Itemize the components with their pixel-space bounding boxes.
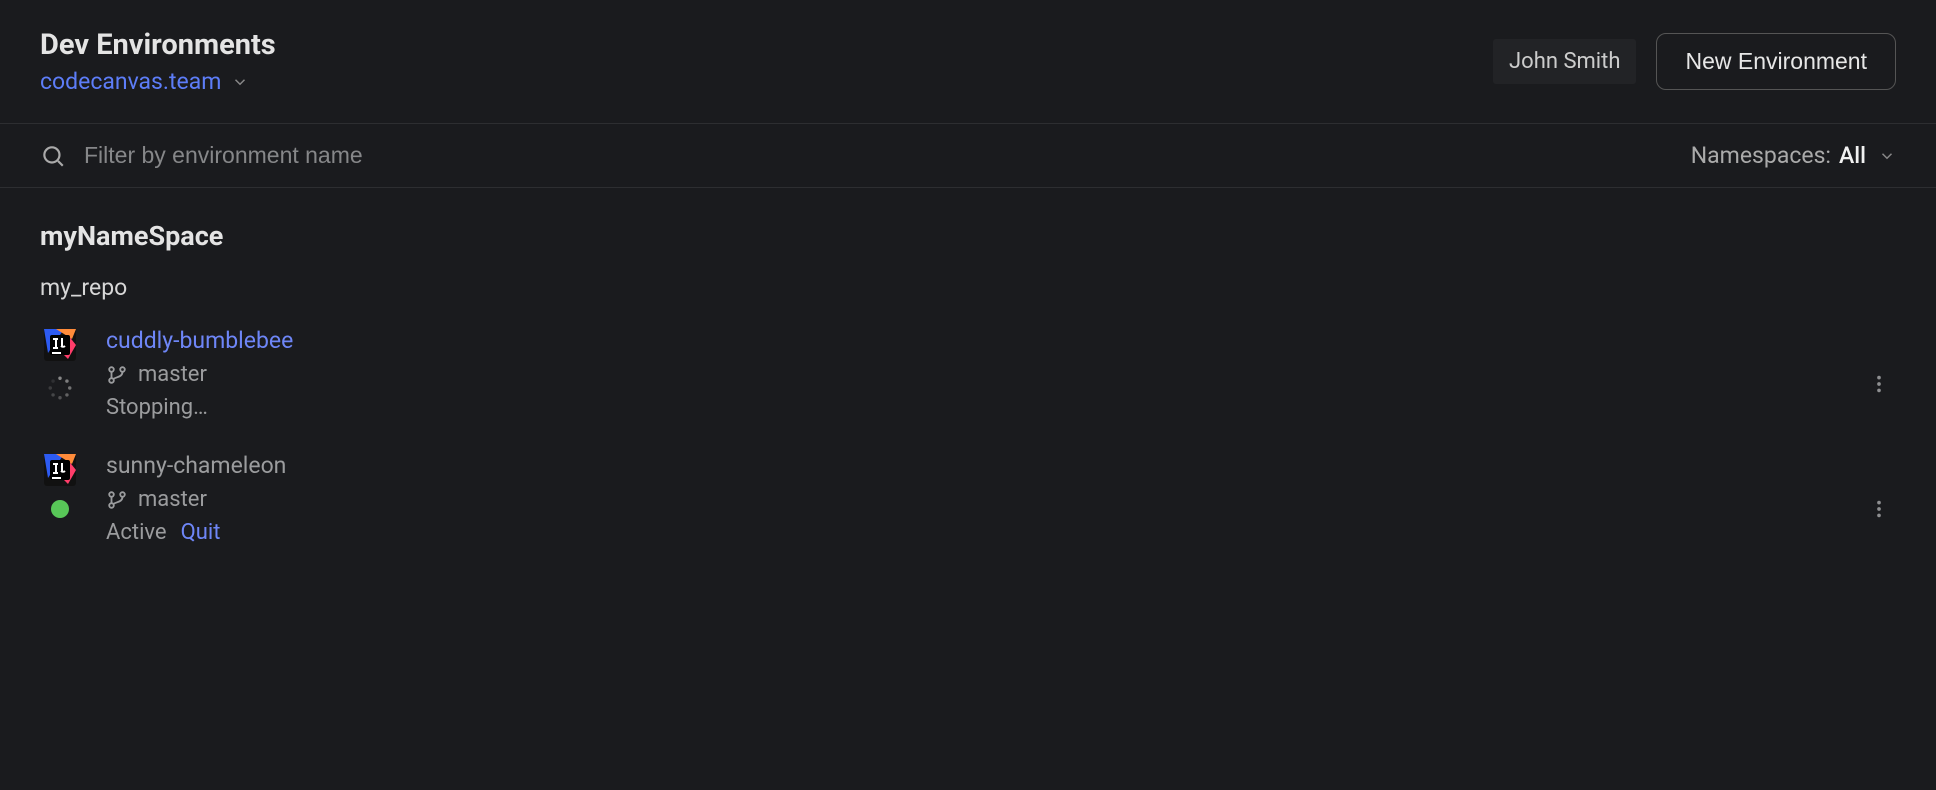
page-header: Dev Environments codecanvas.team John Sm…	[0, 0, 1936, 124]
env-row-body: cuddly-bumblebee master Stopping…	[106, 327, 293, 420]
git-branch-icon	[106, 364, 128, 386]
status-text: Active	[106, 520, 167, 545]
row-menu-button[interactable]	[1862, 492, 1896, 526]
status-line: Stopping…	[106, 395, 293, 420]
branch-line: master	[106, 487, 286, 512]
loading-spinner-icon	[47, 375, 73, 401]
team-selector[interactable]: codecanvas.team	[40, 68, 276, 95]
namespaces-label: Namespaces:	[1691, 142, 1831, 169]
branch-name: master	[138, 487, 207, 512]
filter-input[interactable]	[84, 142, 684, 169]
filter-bar: Namespaces: All	[0, 124, 1936, 188]
status-dot-active-icon	[51, 500, 69, 518]
git-branch-icon	[106, 489, 128, 511]
user-chip[interactable]: John Smith	[1493, 39, 1636, 84]
namespaces-value: All	[1839, 142, 1866, 169]
quit-link[interactable]: Quit	[181, 520, 221, 545]
search-icon	[40, 143, 66, 169]
namespace-heading: myNameSpace	[40, 220, 1896, 252]
header-right: John Smith New Environment	[1493, 33, 1896, 90]
page-title: Dev Environments	[40, 28, 276, 62]
filter-left	[40, 142, 1691, 169]
env-row-leftcol	[44, 327, 76, 401]
chevron-down-icon	[231, 73, 249, 91]
content: myNameSpace my_repo	[0, 188, 1936, 603]
repo-name: my_repo	[40, 274, 1896, 301]
row-menu-button[interactable]	[1862, 367, 1896, 401]
environment-name-link[interactable]: cuddly-bumblebee	[106, 327, 293, 354]
chevron-down-icon	[1878, 147, 1896, 165]
namespaces-filter[interactable]: Namespaces: All	[1691, 142, 1896, 169]
header-left: Dev Environments codecanvas.team	[40, 28, 276, 95]
environment-row: sunny-chameleon master Active Quit	[40, 446, 1896, 571]
team-name-label: codecanvas.team	[40, 68, 221, 95]
status-text: Stopping…	[106, 395, 208, 420]
environment-row: cuddly-bumblebee master Stopping…	[40, 321, 1896, 446]
intellij-icon	[44, 454, 76, 486]
environment-name[interactable]: sunny-chameleon	[106, 452, 286, 479]
branch-line: master	[106, 362, 293, 387]
env-row-body: sunny-chameleon master Active Quit	[106, 452, 286, 545]
new-environment-button[interactable]: New Environment	[1656, 33, 1896, 90]
status-line: Active Quit	[106, 520, 286, 545]
branch-name: master	[138, 362, 207, 387]
env-row-leftcol	[44, 452, 76, 518]
intellij-icon	[44, 329, 76, 361]
